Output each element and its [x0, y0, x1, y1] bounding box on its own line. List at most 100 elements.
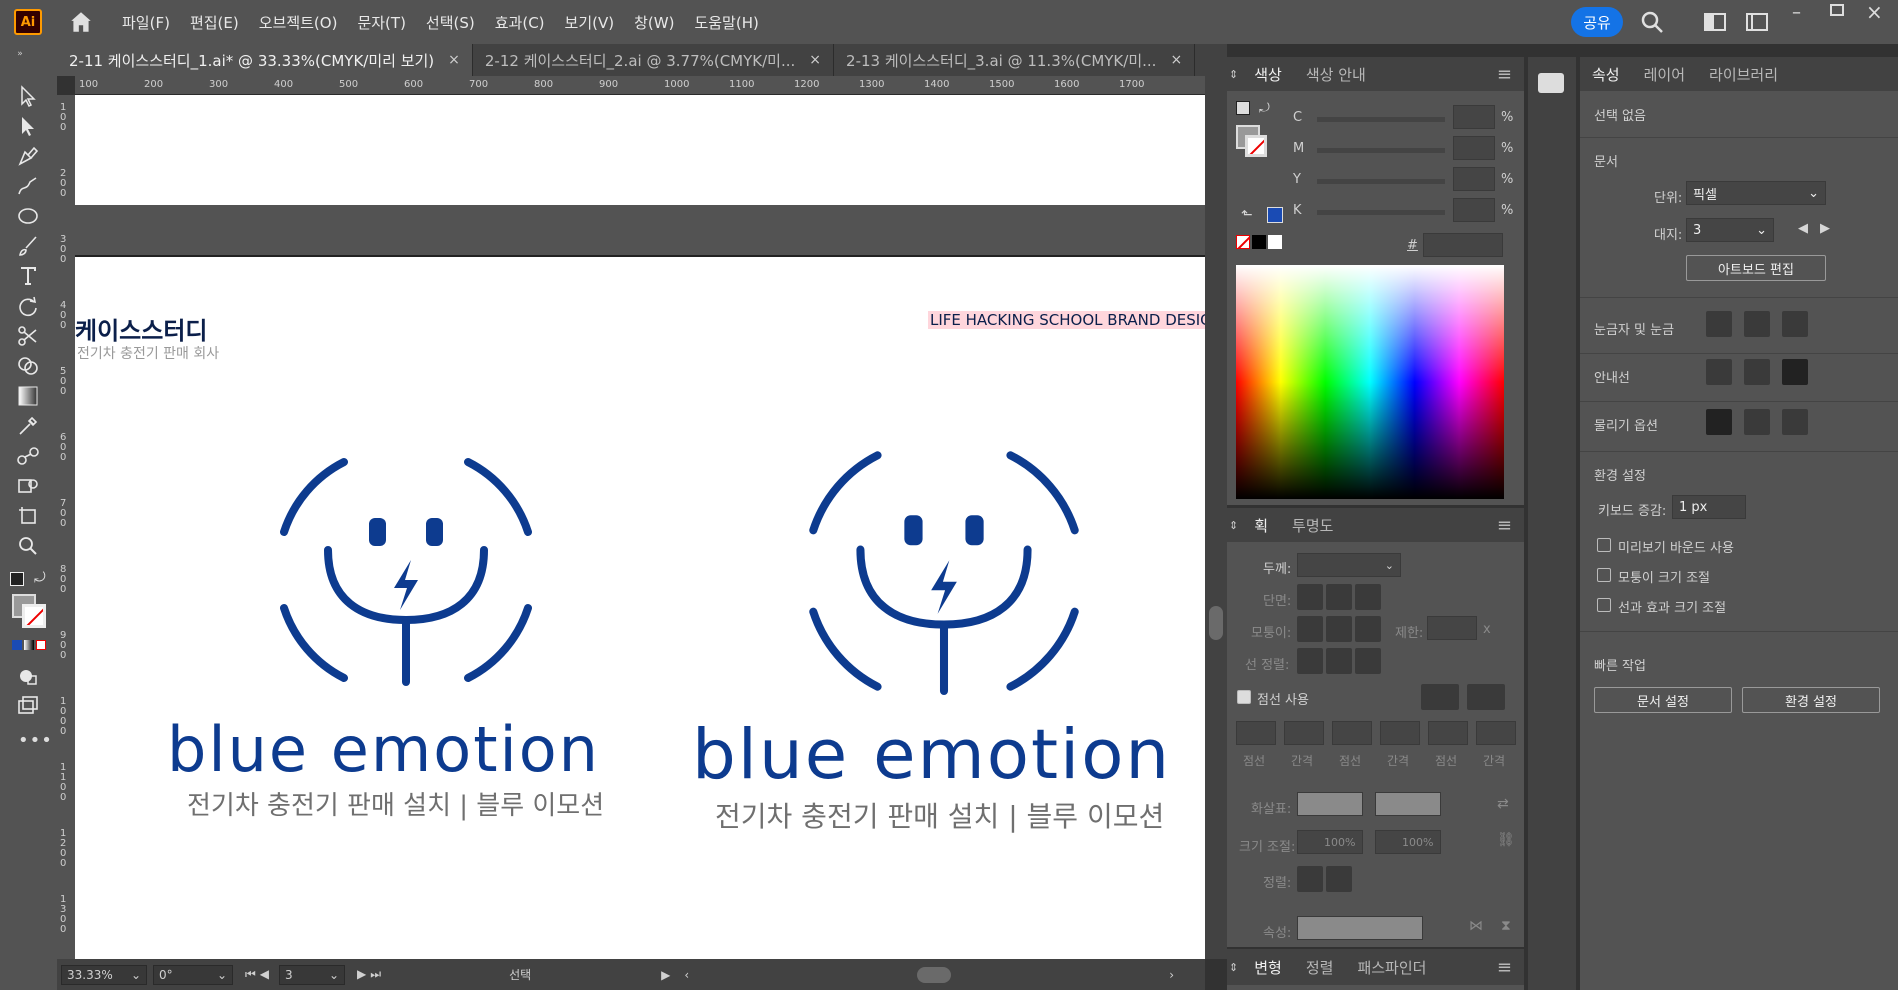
tab-pathfinder[interactable]: 패스파인더	[1345, 957, 1438, 978]
comments-icon[interactable]	[1538, 73, 1564, 93]
zoom-field[interactable]: 33.33% ⌄	[61, 964, 147, 985]
snap-point-icon[interactable]	[1706, 409, 1732, 435]
flip-icon[interactable]: ⋈	[1469, 918, 1483, 934]
status-menu-icon[interactable]: ▶	[661, 968, 670, 982]
blend-tool-icon[interactable]	[14, 444, 42, 468]
symbol-sprayer-icon[interactable]	[14, 474, 42, 498]
out-of-gamut-icon[interactable]: ⬑	[1241, 207, 1253, 223]
menu-help[interactable]: 도움말(H)	[694, 12, 758, 33]
next-artboard-icon[interactable]: ▶	[1820, 221, 1830, 236]
bevel-join-icon[interactable]	[1355, 616, 1381, 642]
draw-mode-icon[interactable]	[14, 664, 42, 688]
eyedropper-icon[interactable]	[14, 414, 42, 438]
color-stroke-swatch[interactable]	[1245, 135, 1267, 157]
arrow-end-select[interactable]	[1375, 792, 1441, 816]
menu-effect[interactable]: 효과(C)	[495, 12, 545, 33]
mini-fill-icon[interactable]	[1236, 101, 1250, 115]
close-icon[interactable]: ×	[448, 52, 460, 68]
menu-window[interactable]: 창(W)	[634, 12, 674, 33]
keyboard-increment-input[interactable]: 1 px	[1672, 495, 1746, 519]
vertical-ruler[interactable]: 100 200 300 400 500 600 700 800 900 1000 1100 1200 1…	[57, 95, 75, 959]
artboard-select[interactable]: 3 ⌄	[1686, 218, 1774, 242]
maximize-icon[interactable]	[1830, 4, 1844, 16]
panel-collapse-icon[interactable]: ⇕	[1227, 961, 1250, 974]
channel-y-slider[interactable]	[1317, 179, 1445, 184]
guides-lock-icon[interactable]	[1744, 359, 1770, 385]
round-join-icon[interactable]	[1326, 616, 1352, 642]
units-select[interactable]: 픽셀 ⌄	[1686, 181, 1826, 205]
align-inside-icon[interactable]	[1326, 648, 1352, 674]
panel-collapse-icon[interactable]: ⇕	[1227, 68, 1250, 81]
brush-tool-icon[interactable]	[14, 234, 42, 258]
scale-strokes-checkbox[interactable]	[1597, 598, 1611, 612]
tab-transparency[interactable]: 투명도	[1280, 515, 1345, 536]
logo-mark-1[interactable]	[266, 450, 546, 690]
tab-doc-3[interactable]: 2-13 케이스스터디_3.ai @ 11.3%(CMYK/미... ×	[834, 44, 1196, 76]
grid-toggle-icon[interactable]	[1744, 311, 1770, 337]
swap-arrows-icon[interactable]: ⇄	[1497, 796, 1509, 812]
square-cap-icon[interactable]	[1355, 584, 1381, 610]
scale-end-input[interactable]: 100%	[1375, 830, 1441, 854]
document-setup-button[interactable]: 문서 설정	[1594, 687, 1732, 713]
dash-2-input[interactable]	[1332, 721, 1372, 745]
close-icon[interactable]: ×	[1866, 0, 1886, 24]
scroll-right-icon[interactable]: ›	[1169, 968, 1174, 982]
guides-show-icon[interactable]	[1706, 359, 1732, 385]
shape-builder-icon[interactable]	[14, 354, 42, 378]
channel-c-slider[interactable]	[1317, 117, 1445, 122]
dash-preserve-icon[interactable]	[1467, 684, 1505, 710]
gap-2-input[interactable]	[1380, 721, 1420, 745]
snap-glyph-icon[interactable]	[1782, 409, 1808, 435]
panel-menu-icon[interactable]: ≡	[1485, 64, 1524, 85]
prev-artboard-icon[interactable]: ◀	[1798, 221, 1808, 236]
search-icon[interactable]	[1640, 10, 1664, 34]
tool-status[interactable]: 선택	[509, 966, 531, 983]
rotate-field[interactable]: 0° ⌄	[153, 964, 233, 985]
channel-c-input[interactable]	[1453, 105, 1495, 129]
screen-mode-icon[interactable]	[14, 694, 42, 718]
hex-input[interactable]	[1423, 233, 1503, 257]
dash-align-corners-icon[interactable]	[1421, 684, 1459, 710]
channel-y-input[interactable]	[1453, 167, 1495, 191]
minimize-icon[interactable]: –	[1792, 2, 1812, 23]
menu-type[interactable]: 문자(T)	[357, 12, 405, 33]
scroll-left-icon[interactable]: ‹	[684, 968, 689, 982]
menu-edit[interactable]: 편집(E)	[190, 12, 239, 33]
tab-doc-2[interactable]: 2-12 케이스스터디_2.ai @ 3.77%(CMYK/미... ×	[473, 44, 835, 76]
tab-color-guide[interactable]: 색상 안내	[1294, 64, 1378, 85]
first-prev-icon[interactable]: ⏮◀	[245, 967, 273, 982]
gradient-tool-icon[interactable]	[14, 384, 42, 408]
snap-pixel-icon[interactable]	[1744, 409, 1770, 435]
rotate-tool-icon[interactable]	[14, 294, 42, 318]
tab-layers[interactable]: 레이어	[1632, 64, 1697, 85]
color-mode-icons[interactable]	[12, 640, 46, 650]
menu-view[interactable]: 보기(V)	[565, 12, 615, 33]
dashed-checkbox[interactable]	[1237, 690, 1251, 704]
round-cap-icon[interactable]	[1326, 584, 1352, 610]
scissors-icon[interactable]	[14, 324, 42, 348]
scale-start-input[interactable]: 100%	[1297, 830, 1363, 854]
align-outside-icon[interactable]	[1355, 648, 1381, 674]
scale-corners-checkbox[interactable]	[1597, 568, 1611, 582]
canvas[interactable]: 케이스스터디 전기차 충전기 판매 회사 LIFE HACKING SCHOOL…	[75, 95, 1205, 959]
transparency-grid-icon[interactable]	[1782, 311, 1808, 337]
channel-k-slider[interactable]	[1317, 210, 1445, 215]
zoom-tool-icon[interactable]	[14, 534, 42, 558]
butt-cap-icon[interactable]	[1297, 584, 1323, 610]
edit-artboard-button[interactable]: 아트보드 편집	[1686, 255, 1826, 281]
dash-3-input[interactable]	[1428, 721, 1468, 745]
artboard-nav-field[interactable]: 3 ⌄	[279, 964, 346, 985]
selection-tool-icon[interactable]	[14, 84, 42, 108]
channel-m-slider[interactable]	[1317, 148, 1445, 153]
horizontal-scroll-thumb[interactable]	[917, 966, 952, 983]
tab-align[interactable]: 정렬	[1294, 957, 1346, 978]
panel-menu-icon[interactable]: ≡	[1485, 957, 1524, 978]
curvature-tool-icon[interactable]	[14, 174, 42, 198]
limit-input[interactable]	[1427, 616, 1477, 640]
close-icon[interactable]: ×	[1170, 52, 1182, 68]
menu-object[interactable]: 오브젝트(O)	[259, 12, 338, 33]
channel-k-input[interactable]	[1453, 198, 1495, 222]
flip-vertical-icon[interactable]: ⧗	[1501, 918, 1511, 934]
next-last-icon[interactable]: ▶⏭	[357, 967, 385, 982]
vertical-scrollbar[interactable]	[1205, 76, 1227, 959]
